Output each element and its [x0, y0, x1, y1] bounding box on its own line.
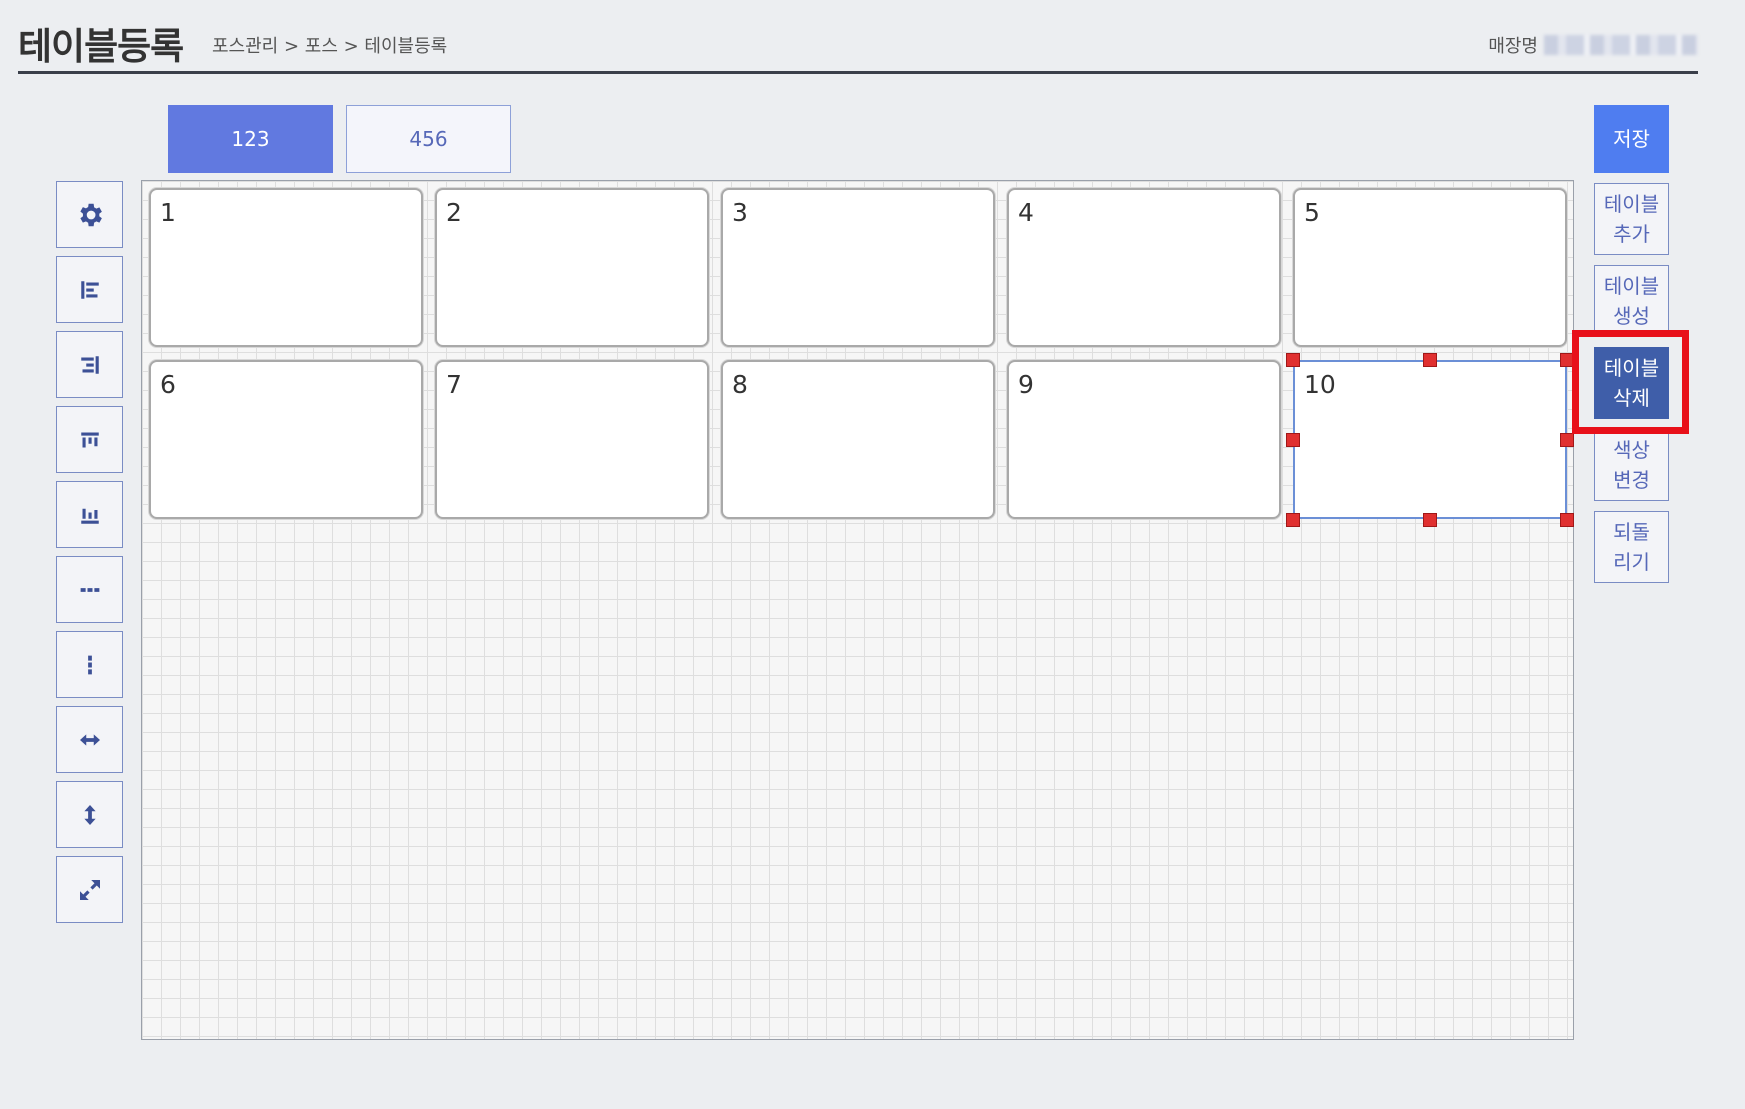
- button-label-line: 테이블: [1603, 192, 1660, 216]
- table-card[interactable]: 1: [149, 188, 423, 347]
- button-label-line: 삭제: [1613, 386, 1650, 410]
- distribute-horizontal-button[interactable]: [56, 556, 123, 623]
- undo-button[interactable]: 되돌리기: [1594, 511, 1669, 583]
- table-number: 9: [1018, 370, 1034, 399]
- align-bottom-button[interactable]: [56, 481, 123, 548]
- button-label-line: 리기: [1613, 550, 1650, 574]
- action-buttons: 저장 테이블 추가 테이블 생성 테이블 삭제 색상 변경 되돌 리기: [1594, 105, 1669, 583]
- align-left-button[interactable]: [56, 256, 123, 323]
- resize-handle[interactable]: [1286, 353, 1300, 367]
- distribute-horizontal-icon: [80, 587, 99, 592]
- button-label-line: 추가: [1613, 222, 1650, 246]
- change-color-button[interactable]: 색상변경: [1594, 429, 1669, 501]
- add-table-button[interactable]: 테이블추가: [1594, 183, 1669, 255]
- same-width-button[interactable]: [56, 706, 123, 773]
- table-number: 5: [1304, 198, 1320, 227]
- table-number: 6: [160, 370, 176, 399]
- resize-handle[interactable]: [1286, 513, 1300, 527]
- floor-tab-123[interactable]: 123: [168, 105, 333, 173]
- table-number: 2: [446, 198, 462, 227]
- distribute-vertical-icon: [87, 655, 92, 674]
- button-label-line: 변경: [1613, 468, 1650, 492]
- table-card[interactable]: 9: [1007, 360, 1281, 519]
- align-bottom-icon: [80, 508, 99, 524]
- gear-icon: [79, 203, 102, 226]
- table-number: 1: [160, 198, 176, 227]
- table-number: 10: [1304, 370, 1336, 399]
- table-card-selected[interactable]: 10: [1293, 360, 1567, 519]
- table-card[interactable]: 5: [1293, 188, 1567, 347]
- button-label-line: 색상: [1613, 438, 1650, 462]
- floor-tabs: 123 456: [168, 105, 511, 173]
- button-label-line: 되돌: [1613, 520, 1650, 544]
- button-label-line: 테이블: [1603, 274, 1660, 298]
- floor-tab-456[interactable]: 456: [346, 105, 511, 173]
- store-label: 매장명: [1488, 36, 1538, 57]
- align-right-icon: [80, 355, 99, 374]
- table-number: 3: [732, 198, 748, 227]
- same-height-button[interactable]: [56, 781, 123, 848]
- table-card[interactable]: 4: [1007, 188, 1281, 347]
- button-label-line: 생성: [1613, 304, 1650, 328]
- align-right-button[interactable]: [56, 331, 123, 398]
- table-number: 4: [1018, 198, 1034, 227]
- breadcrumb: 포스관리 > 포스 > 테이블등록: [212, 36, 448, 57]
- table-card[interactable]: 2: [435, 188, 709, 347]
- same-height-icon: [83, 804, 96, 825]
- same-size-icon: [79, 879, 100, 900]
- table-card[interactable]: 6: [149, 360, 423, 519]
- table-layout-canvas[interactable]: 1 2 3 4 5 6 7 8 9 10: [141, 180, 1574, 1040]
- button-label-line: 테이블: [1603, 356, 1660, 380]
- page-title: 테이블등록: [18, 25, 184, 68]
- align-top-icon: [80, 432, 99, 447]
- table-number: 8: [732, 370, 748, 399]
- resize-handle[interactable]: [1560, 513, 1574, 527]
- store-info: 매장명: [1488, 32, 1698, 58]
- resize-handle[interactable]: [1286, 433, 1300, 447]
- align-top-button[interactable]: [56, 406, 123, 473]
- align-left-icon: [80, 280, 99, 299]
- settings-button[interactable]: [56, 181, 123, 248]
- distribute-vertical-button[interactable]: [56, 631, 123, 698]
- resize-handle[interactable]: [1423, 513, 1437, 527]
- same-width-icon: [79, 733, 100, 746]
- resize-handle[interactable]: [1423, 353, 1437, 367]
- store-name-redacted: [1544, 35, 1698, 55]
- table-card[interactable]: 8: [721, 360, 995, 519]
- create-table-button[interactable]: 테이블생성: [1594, 265, 1669, 337]
- save-button[interactable]: 저장: [1594, 105, 1669, 173]
- same-size-button[interactable]: [56, 856, 123, 923]
- resize-handle[interactable]: [1560, 433, 1574, 447]
- page-header: 테이블등록 포스관리 > 포스 > 테이블등록 매장명: [18, 0, 1698, 74]
- delete-table-button[interactable]: 테이블삭제: [1594, 347, 1669, 419]
- layout-toolbar: [56, 181, 123, 923]
- table-card[interactable]: 3: [721, 188, 995, 347]
- table-number: 7: [446, 370, 462, 399]
- resize-handle[interactable]: [1560, 353, 1574, 367]
- table-card[interactable]: 7: [435, 360, 709, 519]
